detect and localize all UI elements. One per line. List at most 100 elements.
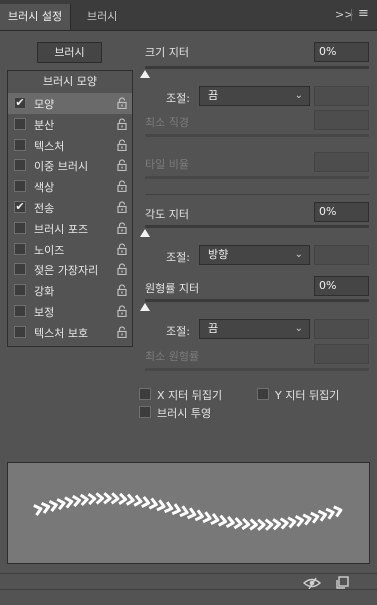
stroke-dab <box>217 514 228 527</box>
stroke-dab <box>64 496 74 509</box>
panel-menu-icon[interactable]: ≡ <box>358 6 369 21</box>
brush-stroke-svg <box>33 492 343 531</box>
list-item[interactable]: 색상 <box>8 176 132 197</box>
option-checkbox[interactable] <box>14 221 26 234</box>
option-checkbox[interactable] <box>14 305 26 317</box>
stroke-dab <box>302 513 312 526</box>
lock-icon[interactable] <box>116 243 128 255</box>
size-jitter-label: 크기 지터 <box>145 46 189 59</box>
roundness-jitter-field[interactable]: 0% <box>314 276 369 296</box>
lock-icon[interactable] <box>116 222 128 234</box>
list-item[interactable]: 브러시 포즈 <box>8 218 132 239</box>
list-item[interactable]: 텍스처 보호 <box>8 322 132 343</box>
stroke-dab <box>194 509 204 522</box>
option-checkbox[interactable] <box>14 180 26 193</box>
list-item[interactable]: ✔ 전송 <box>8 197 132 218</box>
brush-projection-label: 브러시 투영 <box>157 407 212 420</box>
roundness-control-select[interactable]: 끔 ⌄ <box>199 319 310 339</box>
stroke-dab <box>210 513 220 526</box>
stroke-dab <box>287 516 297 529</box>
option-checkbox[interactable] <box>14 138 26 151</box>
lock-icon[interactable] <box>116 97 128 110</box>
divider <box>145 194 369 195</box>
stroke-dab <box>333 505 343 518</box>
roundness-control-value: 끔 <box>208 322 219 335</box>
brush-options-list: 브러시 모양 ✔ 모양 분산텍스처이중 브러시 색상 ✔ 전송 브러시 포즈 노이즈 젖은 가장… <box>7 70 133 347</box>
brushes-button[interactable]: 브러시 <box>37 42 102 63</box>
list-item[interactable]: 젖은 가장자리 <box>8 259 132 280</box>
stroke-dab <box>118 492 128 506</box>
option-checkbox[interactable] <box>14 263 26 276</box>
flip-y-label: Y 지터 뒤집기 <box>275 389 340 402</box>
list-item[interactable]: 이중 브러시 <box>8 155 132 176</box>
stroke-dab <box>325 507 335 520</box>
chevron-down-icon: ⌄ <box>294 249 303 260</box>
angle-jitter-label: 각도 지터 <box>145 208 189 221</box>
stroke-dab <box>163 501 174 514</box>
angle-jitter-slider[interactable] <box>145 225 369 228</box>
angle-jitter-thumb[interactable] <box>140 229 150 237</box>
stroke-dab <box>87 492 97 506</box>
option-checkbox[interactable] <box>14 325 26 338</box>
angle-control-select[interactable]: 방향 ⌄ <box>199 245 310 265</box>
stroke-dab <box>79 493 89 507</box>
new-brush-icon[interactable] <box>336 576 349 589</box>
stroke-dab <box>48 499 58 512</box>
option-checkbox[interactable]: ✔ <box>14 97 26 109</box>
option-checkbox[interactable] <box>14 284 26 297</box>
option-checkbox[interactable]: ✔ <box>14 201 26 213</box>
size-jitter-slider[interactable] <box>145 66 369 69</box>
lock-icon[interactable] <box>116 326 128 338</box>
flip-x-checkbox[interactable] <box>139 388 151 400</box>
lock-icon[interactable] <box>116 263 128 276</box>
option-checkbox[interactable] <box>14 117 26 130</box>
stroke-dab <box>294 515 304 528</box>
min-roundness-slider <box>145 368 369 371</box>
tab-brush-settings[interactable]: 브러시 설정 <box>0 4 72 30</box>
list-item[interactable]: 분산 <box>8 114 132 135</box>
size-jitter-field[interactable]: 0% <box>314 42 369 62</box>
stroke-dab <box>279 517 289 530</box>
list-item[interactable]: ✔ 모양 <box>8 93 132 114</box>
stroke-dab <box>125 493 135 506</box>
lock-icon[interactable] <box>116 201 128 214</box>
flip-y-checkbox[interactable] <box>257 388 269 400</box>
stroke-dab <box>103 492 112 505</box>
lock-icon[interactable] <box>116 159 128 172</box>
brush-tip-shape-header[interactable]: 브러시 모양 <box>8 73 132 89</box>
size-control-select[interactable]: 끔 ⌄ <box>199 86 310 106</box>
list-item[interactable]: 보정 <box>8 301 132 322</box>
min-diameter-field <box>314 110 369 130</box>
stroke-dab <box>257 518 266 531</box>
footer-divider <box>0 589 377 590</box>
eye-icon[interactable] <box>302 576 322 590</box>
lock-icon[interactable] <box>116 180 128 193</box>
lock-icon[interactable] <box>116 118 128 130</box>
roundness-control-amount-field <box>314 319 369 339</box>
list-item[interactable]: 강화 <box>8 280 132 301</box>
roundness-jitter-thumb[interactable] <box>140 303 150 311</box>
list-item[interactable]: 노이즈 <box>8 239 132 260</box>
stroke-dab <box>141 495 151 509</box>
list-item[interactable]: 텍스처 <box>8 135 132 156</box>
angle-jitter-field[interactable]: 0% <box>314 202 369 222</box>
list-item-label: 텍스처 <box>34 139 65 153</box>
list-item-label: 보정 <box>34 306 55 319</box>
angle-control-value: 방향 <box>208 248 229 261</box>
option-checkbox[interactable] <box>14 159 26 172</box>
stroke-dab <box>233 517 243 530</box>
brush-projection-checkbox[interactable] <box>139 406 151 418</box>
min-roundness-label: 최소 원형률 <box>145 350 200 363</box>
lock-icon[interactable] <box>116 284 128 297</box>
stroke-dab <box>317 509 328 522</box>
stroke-dab <box>171 503 181 516</box>
lock-icon[interactable] <box>116 305 128 318</box>
roundness-jitter-slider[interactable] <box>145 299 369 302</box>
stroke-dab <box>186 507 197 520</box>
stroke-dab <box>241 517 251 531</box>
tab-brush[interactable]: 브러시 <box>79 4 125 30</box>
size-jitter-thumb[interactable] <box>140 70 150 78</box>
roundness-jitter-label: 원형률 지터 <box>145 282 200 295</box>
lock-icon[interactable] <box>116 139 128 151</box>
option-checkbox[interactable] <box>14 242 26 255</box>
